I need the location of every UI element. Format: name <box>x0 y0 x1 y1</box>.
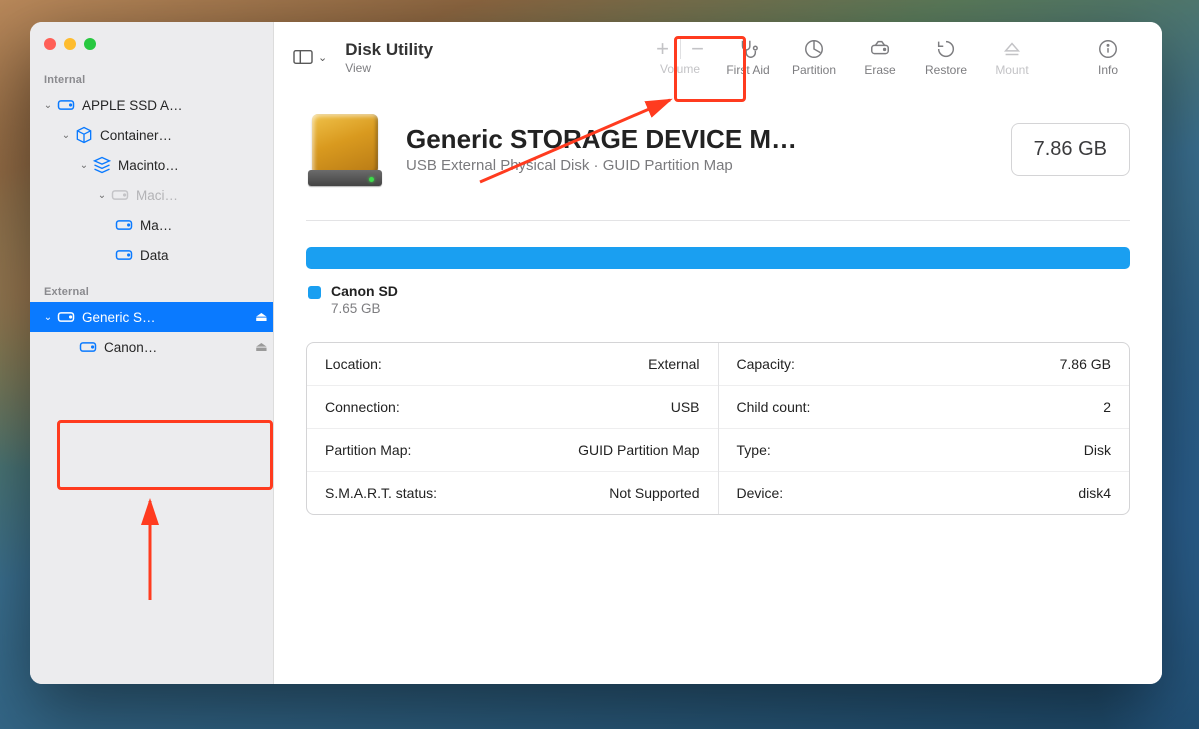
info-row: Partition Map:GUID Partition Map <box>307 428 718 471</box>
restore-button[interactable]: Restore <box>916 38 976 77</box>
sidebar-item-macintosh[interactable]: ⌄ Macinto… <box>30 150 273 180</box>
info-col-left: Location:External Connection:USB Partiti… <box>307 343 719 514</box>
volume-buttons: + − Volume <box>648 39 712 76</box>
sidebar-item-ma[interactable]: Ma… <box>30 210 273 240</box>
chevron-down-icon[interactable]: ⌄ <box>60 130 72 141</box>
content: Generic STORAGE DEVICE M… USB External P… <box>274 92 1162 684</box>
disk-icon <box>78 337 98 357</box>
sidebar-item-label: APPLE SSD A… <box>82 98 273 113</box>
info-row: Capacity:7.86 GB <box>719 343 1130 385</box>
restore-icon <box>935 38 957 60</box>
pie-icon <box>803 38 825 60</box>
erase-button[interactable]: Erase <box>850 38 910 77</box>
toolbar-label: First Aid <box>726 63 769 77</box>
sidebar-item-label: Canon… <box>104 340 255 355</box>
external-drive-icon <box>306 110 384 188</box>
legend-name: Canon SD <box>331 283 398 299</box>
mount-icon <box>1001 38 1023 60</box>
minimize-button[interactable] <box>64 38 76 50</box>
sidebar-item-canon-sd[interactable]: Canon… ⏏ <box>30 332 273 362</box>
sidebar-item-label: Generic S… <box>82 310 255 325</box>
info-table: Location:External Connection:USB Partiti… <box>306 342 1130 515</box>
legend-swatch <box>308 286 321 299</box>
add-volume-button: + <box>656 39 670 59</box>
info-col-right: Capacity:7.86 GB Child count:2 Type:Disk… <box>719 343 1130 514</box>
chevron-down-icon[interactable]: ⌄ <box>78 160 90 171</box>
eject-icon[interactable]: ⏏ <box>255 339 273 355</box>
info-button[interactable]: Info <box>1078 38 1138 77</box>
toolbar: ⌄ Disk Utility View + − Volume First Aid <box>274 22 1162 92</box>
disk-icon <box>56 307 76 327</box>
sidebar-item-macintosh-snap[interactable]: ⌄ Maci… <box>30 180 273 210</box>
info-row: Device:disk4 <box>719 471 1130 514</box>
sidebar-item-generic-storage[interactable]: ⌄ Generic S… ⏏ <box>30 302 273 332</box>
sidebar-item-label: Container… <box>100 128 273 143</box>
chevron-down-icon[interactable]: ⌄ <box>96 190 108 201</box>
sidebar-item-data[interactable]: Data <box>30 240 273 270</box>
erase-disk-icon <box>869 38 891 60</box>
info-icon <box>1097 38 1119 60</box>
eject-icon[interactable]: ⏏ <box>255 309 273 325</box>
sidebar-section-internal: Internal <box>30 68 273 90</box>
sidebar-item-container[interactable]: ⌄ Container… <box>30 120 273 150</box>
usage-legend: Canon SD 7.65 GB <box>306 283 1130 316</box>
disk-icon <box>110 185 130 205</box>
chevron-down-icon[interactable]: ⌄ <box>42 100 54 111</box>
sidebar-item-label: Macinto… <box>118 158 273 173</box>
chevron-down-icon[interactable]: ⌄ <box>42 312 54 323</box>
toolbar-label: Partition <box>792 63 836 77</box>
stethoscope-icon <box>737 38 759 60</box>
window-controls <box>30 32 273 68</box>
info-row: S.M.A.R.T. status:Not Supported <box>307 471 718 514</box>
toolbar-label: Erase <box>864 63 895 77</box>
disk-icon <box>56 95 76 115</box>
toolbar-label: Info <box>1098 63 1118 77</box>
legend-size: 7.65 GB <box>331 301 398 316</box>
disk-subtitle: USB External Physical Disk · GUID Partit… <box>406 157 989 174</box>
first-aid-button[interactable]: First Aid <box>718 38 778 77</box>
sidebar-tree-external: ⌄ Generic S… ⏏ Canon… ⏏ <box>30 302 273 362</box>
info-row: Type:Disk <box>719 428 1130 471</box>
partition-button[interactable]: Partition <box>784 38 844 77</box>
disk-utility-window: Internal ⌄ APPLE SSD A… ⌄ Container… ⌄ M… <box>30 22 1162 684</box>
toolbar-label: Mount <box>995 63 1028 77</box>
sidebar-tree-internal: ⌄ APPLE SSD A… ⌄ Container… ⌄ Macinto… ⌄… <box>30 90 273 270</box>
sidebar-section-external: External <box>30 280 273 302</box>
volume-stack-icon <box>92 155 112 175</box>
info-row: Child count:2 <box>719 385 1130 428</box>
remove-volume-button: − <box>691 39 705 59</box>
view-label: View <box>345 61 371 75</box>
sidebar: Internal ⌄ APPLE SSD A… ⌄ Container… ⌄ M… <box>30 22 274 684</box>
container-icon <box>74 125 94 145</box>
usage-bar <box>306 247 1130 269</box>
disk-header: Generic STORAGE DEVICE M… USB External P… <box>306 96 1130 208</box>
toolbar-label: Restore <box>925 63 967 77</box>
sidebar-item-label: Maci… <box>136 188 273 203</box>
zoom-button[interactable] <box>84 38 96 50</box>
sidebar-item-label: Ma… <box>140 218 273 233</box>
view-menu-button[interactable]: ⌄ <box>292 48 327 66</box>
main-pane: ⌄ Disk Utility View + − Volume First Aid <box>274 22 1162 684</box>
disk-icon <box>114 215 134 235</box>
divider <box>306 220 1130 221</box>
app-title: Disk Utility <box>345 40 433 60</box>
disk-title: Generic STORAGE DEVICE M… <box>406 124 989 155</box>
chevron-down-icon: ⌄ <box>318 51 327 64</box>
info-row: Location:External <box>307 343 718 385</box>
sidebar-item-label: Data <box>140 248 273 263</box>
sidebar-item-apple-ssd[interactable]: ⌄ APPLE SSD A… <box>30 90 273 120</box>
disk-icon <box>114 245 134 265</box>
info-row: Connection:USB <box>307 385 718 428</box>
toolbar-label: Volume <box>660 62 700 76</box>
capacity-badge: 7.86 GB <box>1011 123 1130 176</box>
close-button[interactable] <box>44 38 56 50</box>
mount-button: Mount <box>982 38 1042 77</box>
sidebar-layout-icon <box>292 48 314 66</box>
